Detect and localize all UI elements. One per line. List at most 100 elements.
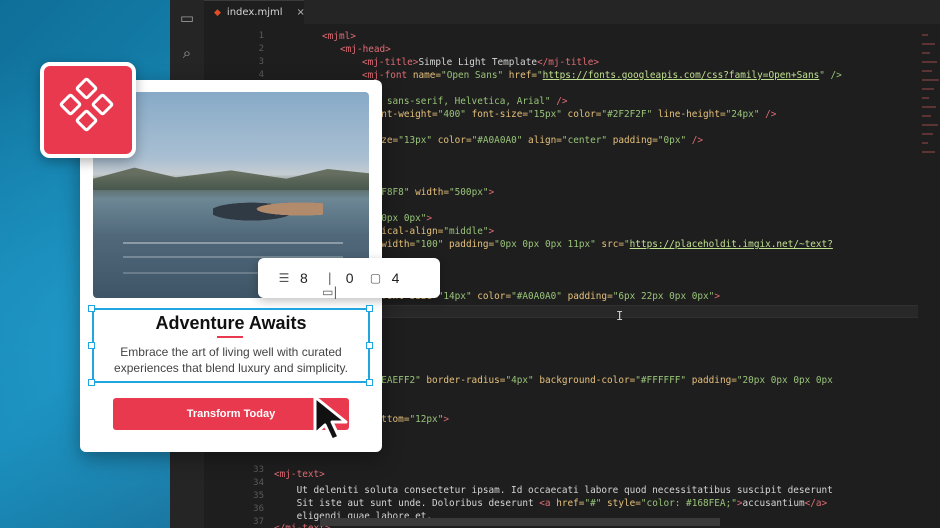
code-token: "Open Sans"	[441, 70, 509, 81]
code-token: font-size=	[471, 109, 529, 120]
code-token: padding=	[567, 291, 613, 302]
code-token: Simple Light Template	[418, 57, 537, 68]
minimap-line	[922, 88, 934, 90]
line-number: 3	[258, 57, 264, 67]
minimap[interactable]	[918, 24, 940, 528]
resize-handle[interactable]	[366, 305, 373, 312]
code-token: "13px"	[398, 135, 438, 146]
code-token: "4px"	[505, 375, 540, 386]
tab-index-mjml[interactable]: ◆ index.mjml ×	[204, 0, 305, 24]
code-token: "#FFFFFF"	[635, 375, 692, 386]
minimap-line	[922, 70, 932, 72]
code-line[interactable]: Ut deleniti soluta consectetur ipsam. Id…	[274, 484, 833, 497]
vertical-spacing-control[interactable]: ☰ 8	[276, 270, 308, 286]
resize-handle[interactable]	[88, 305, 95, 312]
code-token: src=	[601, 239, 624, 250]
code-token: "0px"	[657, 135, 687, 146]
code-token: >	[385, 44, 391, 55]
code-token: color=	[477, 291, 512, 302]
line-number: 36	[253, 504, 264, 514]
resize-handle[interactable]	[366, 379, 373, 386]
mouse-pointer-icon	[313, 395, 348, 442]
code-line[interactable]: Sit iste aut sunt unde. Doloribus deseru…	[274, 497, 828, 510]
padding-icon: ▢	[369, 271, 382, 285]
code-token: href=	[508, 70, 538, 81]
app-logo	[40, 62, 136, 158]
close-icon[interactable]: ×	[297, 7, 305, 18]
code-token: "0px 0px 0px 11px"	[494, 239, 602, 250]
code-token: mjml	[327, 31, 351, 42]
logo-diamond-icon	[74, 76, 99, 101]
code-token: href=	[556, 498, 585, 509]
code-token: "6px 22px 0px 0px"	[612, 291, 715, 302]
card-headline[interactable]: Adventure Awaits	[92, 313, 370, 334]
logo-diamond-icon	[58, 92, 83, 117]
code-token: <mj-title>	[362, 57, 419, 68]
code-token: <mj-text>	[274, 469, 325, 480]
code-token: />	[686, 135, 704, 146]
code-line[interactable]: <mj-font name="Open Sans" href="https://…	[362, 69, 842, 82]
card-body-text[interactable]: Embrace the art of living well with cura…	[100, 344, 362, 376]
text-cursor-icon: I	[616, 309, 624, 323]
code-token: padding=	[691, 375, 737, 386]
code-token: "500px"	[449, 187, 489, 198]
resize-handle[interactable]	[88, 342, 95, 349]
minimap-line	[922, 61, 937, 63]
code-token: " />	[819, 70, 842, 81]
horizontal-scrollbar[interactable]	[320, 518, 720, 526]
code-token: <a	[539, 498, 557, 509]
code-token: "#"	[584, 498, 608, 509]
minimap-line	[922, 79, 939, 81]
code-token: width=	[415, 187, 449, 198]
minimap-line	[922, 34, 928, 36]
code-token: >	[714, 291, 720, 302]
code-token: Sit iste aut sunt unde. Doloribus deseru…	[274, 498, 540, 509]
horizontal-spacing-value: 0	[345, 270, 354, 286]
minimap-line	[922, 133, 933, 135]
code-token: https://fonts.googleapis.com/css?family=…	[542, 70, 820, 81]
resize-handle[interactable]	[366, 342, 373, 349]
code-token: "400"	[437, 109, 472, 120]
code-token: color=	[437, 135, 472, 146]
code-line[interactable]: <mj-title>Simple Light Template</mj-titl…	[362, 56, 599, 69]
code-token: >	[488, 187, 495, 198]
code-token: "middle"	[443, 226, 489, 237]
minimap-line	[922, 106, 936, 108]
code-token: "color: #168FEA;"	[640, 498, 737, 509]
horizontal-spacing-control[interactable]: |▭| 0	[322, 270, 354, 299]
code-token: "#2F2F2F"	[601, 109, 658, 120]
code-token: >	[443, 414, 450, 425]
minimap-line	[922, 151, 935, 153]
code-line[interactable]: <mjml>	[322, 30, 356, 43]
minimap-line	[922, 52, 930, 54]
minimap-line	[922, 97, 929, 99]
headline-accent	[217, 336, 243, 338]
code-token: "20px 0px 0px 0px	[736, 375, 833, 386]
resize-handle[interactable]	[88, 379, 95, 386]
code-line[interactable]: <mj-text>	[274, 468, 325, 481]
search-icon[interactable]: ⌕	[178, 44, 196, 62]
line-number: 2	[258, 44, 264, 54]
code-token: line-height=	[657, 109, 726, 120]
code-token: >	[426, 213, 433, 224]
line-number: 37	[253, 517, 264, 527]
code-token: "#A0A0A0"	[511, 291, 568, 302]
vertical-spacing-value: 8	[300, 270, 308, 286]
padding-control[interactable]: ▢ 4	[368, 270, 399, 286]
minimap-line	[922, 43, 935, 45]
code-token: name=	[412, 70, 442, 81]
line-number: 33	[253, 465, 264, 475]
code-token: border-radius=	[426, 375, 506, 386]
code-token: mj-head	[345, 44, 386, 55]
tab-label: index.mjml	[226, 7, 283, 18]
files-icon[interactable]: ▭	[178, 9, 196, 27]
code-line[interactable]: <mj-head>	[340, 43, 391, 56]
code-token: />	[759, 109, 777, 120]
code-token: "center"	[561, 135, 613, 146]
code-token: </mj-title>	[536, 57, 600, 68]
code-token: "14px"	[437, 291, 478, 302]
code-token: "12px"	[409, 414, 444, 425]
code-token: padding=	[612, 135, 658, 146]
code-token: "24px"	[725, 109, 760, 120]
code-token: background-color=	[539, 375, 636, 386]
